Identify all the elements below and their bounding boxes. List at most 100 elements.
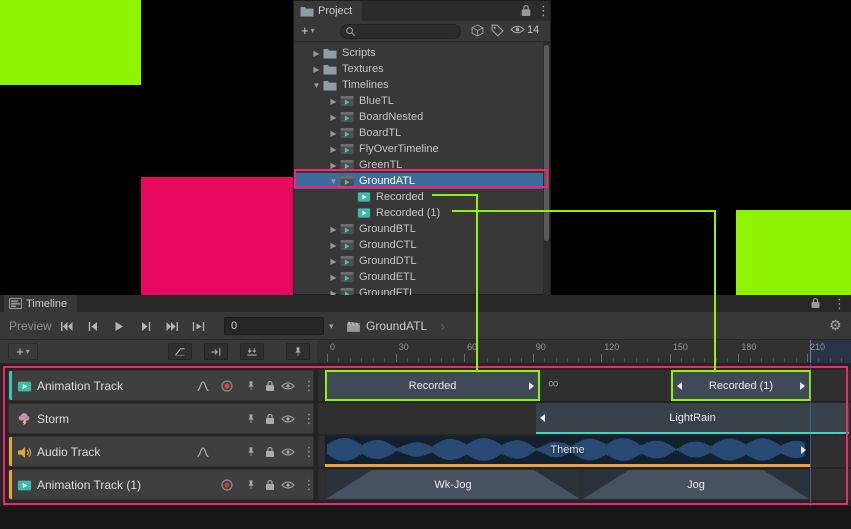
- create-asset-button[interactable]: + ▾: [301, 23, 315, 38]
- clip-jog[interactable]: Jog: [582, 469, 810, 500]
- record-button[interactable]: [219, 378, 235, 394]
- panel-menu-icon[interactable]: ⋮: [537, 3, 550, 19]
- add-track-button[interactable]: + ▾: [8, 343, 38, 360]
- time-ruler[interactable]: 0306090120150180210: [317, 340, 851, 364]
- next-frame-button[interactable]: [134, 316, 158, 336]
- ruler-tick: [521, 358, 522, 362]
- tree-row[interactable]: ▶GroundETL: [294, 269, 544, 285]
- track-menu-icon[interactable]: ⋮: [301, 378, 317, 394]
- search-by-type-icon[interactable]: [471, 24, 486, 38]
- edit-mode-mix-icon[interactable]: [168, 343, 192, 360]
- tree-row[interactable]: ▼Timelines: [294, 77, 544, 93]
- tree-row[interactable]: ▶GreenTL: [294, 157, 544, 173]
- disclosure-triangle-icon[interactable]: ▶: [310, 65, 323, 74]
- tree-item-label: BoardNested: [359, 111, 423, 123]
- track-menu-icon[interactable]: ⋮: [301, 477, 317, 493]
- tab-timeline[interactable]: Timeline: [4, 295, 77, 312]
- eye-icon[interactable]: [280, 444, 296, 460]
- pin-icon[interactable]: [243, 444, 259, 460]
- tree-row[interactable]: ▶ FlyOverTimeline: [294, 141, 544, 157]
- eye-icon[interactable]: [280, 378, 296, 394]
- tree-row[interactable]: ▶GroundCTL: [294, 237, 544, 253]
- track-header-animation-track-1[interactable]: Animation Track (1) ⋮: [8, 469, 314, 500]
- track-menu-icon[interactable]: ⋮: [301, 444, 317, 460]
- panel-menu-icon[interactable]: ⋮: [833, 296, 846, 312]
- go-to-start-button[interactable]: [54, 316, 78, 336]
- disclosure-triangle-icon[interactable]: ▶: [310, 49, 323, 58]
- lock-icon[interactable]: [262, 411, 278, 427]
- tree-row[interactable]: Recorded: [294, 189, 544, 205]
- track-header-audio-track[interactable]: Audio Track ⋮: [8, 436, 314, 467]
- curves-toggle-icon[interactable]: [195, 444, 211, 460]
- edit-mode-replace-icon[interactable]: [240, 343, 264, 360]
- tree-row[interactable]: ▶BoardTL: [294, 125, 544, 141]
- marker-visibility-icon[interactable]: [286, 343, 310, 360]
- eye-icon[interactable]: [280, 477, 296, 493]
- gear-icon[interactable]: ⚙: [829, 317, 842, 334]
- disclosure-triangle-icon[interactable]: ▶: [327, 241, 340, 250]
- tree-item-label: GroundATL: [359, 175, 415, 187]
- search-by-label-icon[interactable]: [491, 24, 506, 38]
- disclosure-triangle-icon[interactable]: ▼: [310, 81, 323, 90]
- lock-icon[interactable]: [262, 477, 278, 493]
- lock-icon[interactable]: [262, 378, 278, 394]
- track-color-stripe: [9, 371, 12, 400]
- pin-icon[interactable]: [243, 411, 259, 427]
- search-input[interactable]: [359, 26, 456, 37]
- track-header-storm[interactable]: Storm ⋮: [8, 403, 314, 434]
- tree-row[interactable]: ▶BlueTL: [294, 93, 544, 109]
- disclosure-triangle-icon[interactable]: ▶: [327, 161, 340, 170]
- track-header-animation-track[interactable]: Animation Track ⋮: [8, 370, 314, 401]
- tree-row[interactable]: ▼ GroundATL: [294, 173, 544, 189]
- track-menu-icon[interactable]: ⋮: [301, 411, 317, 427]
- timeline-icon: [340, 271, 355, 283]
- disclosure-triangle-icon[interactable]: ▶: [327, 145, 340, 154]
- pin-icon[interactable]: [243, 477, 259, 493]
- breadcrumb[interactable]: GroundATL ›: [346, 312, 445, 340]
- tab-project[interactable]: Project: [294, 1, 362, 21]
- tree-row[interactable]: Recorded (1): [294, 205, 544, 221]
- clip-out-arrow-icon: [529, 382, 534, 390]
- go-to-end-button[interactable]: [160, 316, 184, 336]
- disclosure-triangle-icon[interactable]: ▶: [327, 113, 340, 122]
- hidden-count-eye-icon[interactable]: [510, 24, 525, 38]
- clip-recorded[interactable]: Recorded: [325, 370, 540, 401]
- previous-frame-button[interactable]: [80, 316, 104, 336]
- clip-wk-jog[interactable]: Wk-Jog: [325, 469, 581, 500]
- edit-mode-ripple-icon[interactable]: [204, 343, 228, 360]
- disclosure-triangle-icon[interactable]: ▶: [327, 225, 340, 234]
- play-range-button[interactable]: [186, 316, 210, 336]
- clip-recorded-1[interactable]: Recorded (1): [671, 370, 811, 401]
- pin-icon[interactable]: [243, 378, 259, 394]
- play-button[interactable]: [106, 316, 130, 336]
- ruler-tick: [624, 358, 625, 362]
- record-button[interactable]: [219, 477, 235, 493]
- lock-icon[interactable]: [262, 444, 278, 460]
- ruler-tick: [647, 358, 648, 362]
- disclosure-triangle-icon[interactable]: ▶: [327, 257, 340, 266]
- vertical-scrollbar[interactable]: [543, 42, 550, 295]
- tree-row[interactable]: ▶ BoardNested: [294, 109, 544, 125]
- ruler-tick: [784, 358, 785, 362]
- tree-row[interactable]: ▶GroundBTL: [294, 221, 544, 237]
- tree-item-label: GroundDTL: [359, 255, 416, 267]
- preview-toggle-button[interactable]: Preview: [9, 312, 52, 340]
- tree-item-label: FlyOverTimeline: [359, 143, 439, 155]
- search-field[interactable]: [340, 24, 461, 39]
- lock-icon[interactable]: [810, 297, 823, 310]
- lock-icon[interactable]: [520, 4, 534, 18]
- disclosure-triangle-icon[interactable]: ▶: [327, 97, 340, 106]
- clip-lightrain[interactable]: LightRain: [536, 403, 849, 434]
- scrollbar-thumb[interactable]: [544, 45, 549, 241]
- frame-field-caret-icon[interactable]: ▾: [329, 321, 334, 332]
- tree-row[interactable]: ▶Scripts: [294, 45, 544, 61]
- disclosure-triangle-icon[interactable]: ▶: [327, 273, 340, 282]
- disclosure-triangle-icon[interactable]: ▼: [327, 177, 340, 186]
- tree-row[interactable]: ▶ GroundDTL: [294, 253, 544, 269]
- tree-row[interactable]: ▶Textures: [294, 61, 544, 77]
- disclosure-triangle-icon[interactable]: ▶: [327, 129, 340, 138]
- frame-field[interactable]: 0: [224, 317, 324, 335]
- curves-toggle-icon[interactable]: [195, 378, 211, 394]
- clip-theme[interactable]: Theme: [325, 436, 810, 467]
- eye-icon[interactable]: [280, 411, 296, 427]
